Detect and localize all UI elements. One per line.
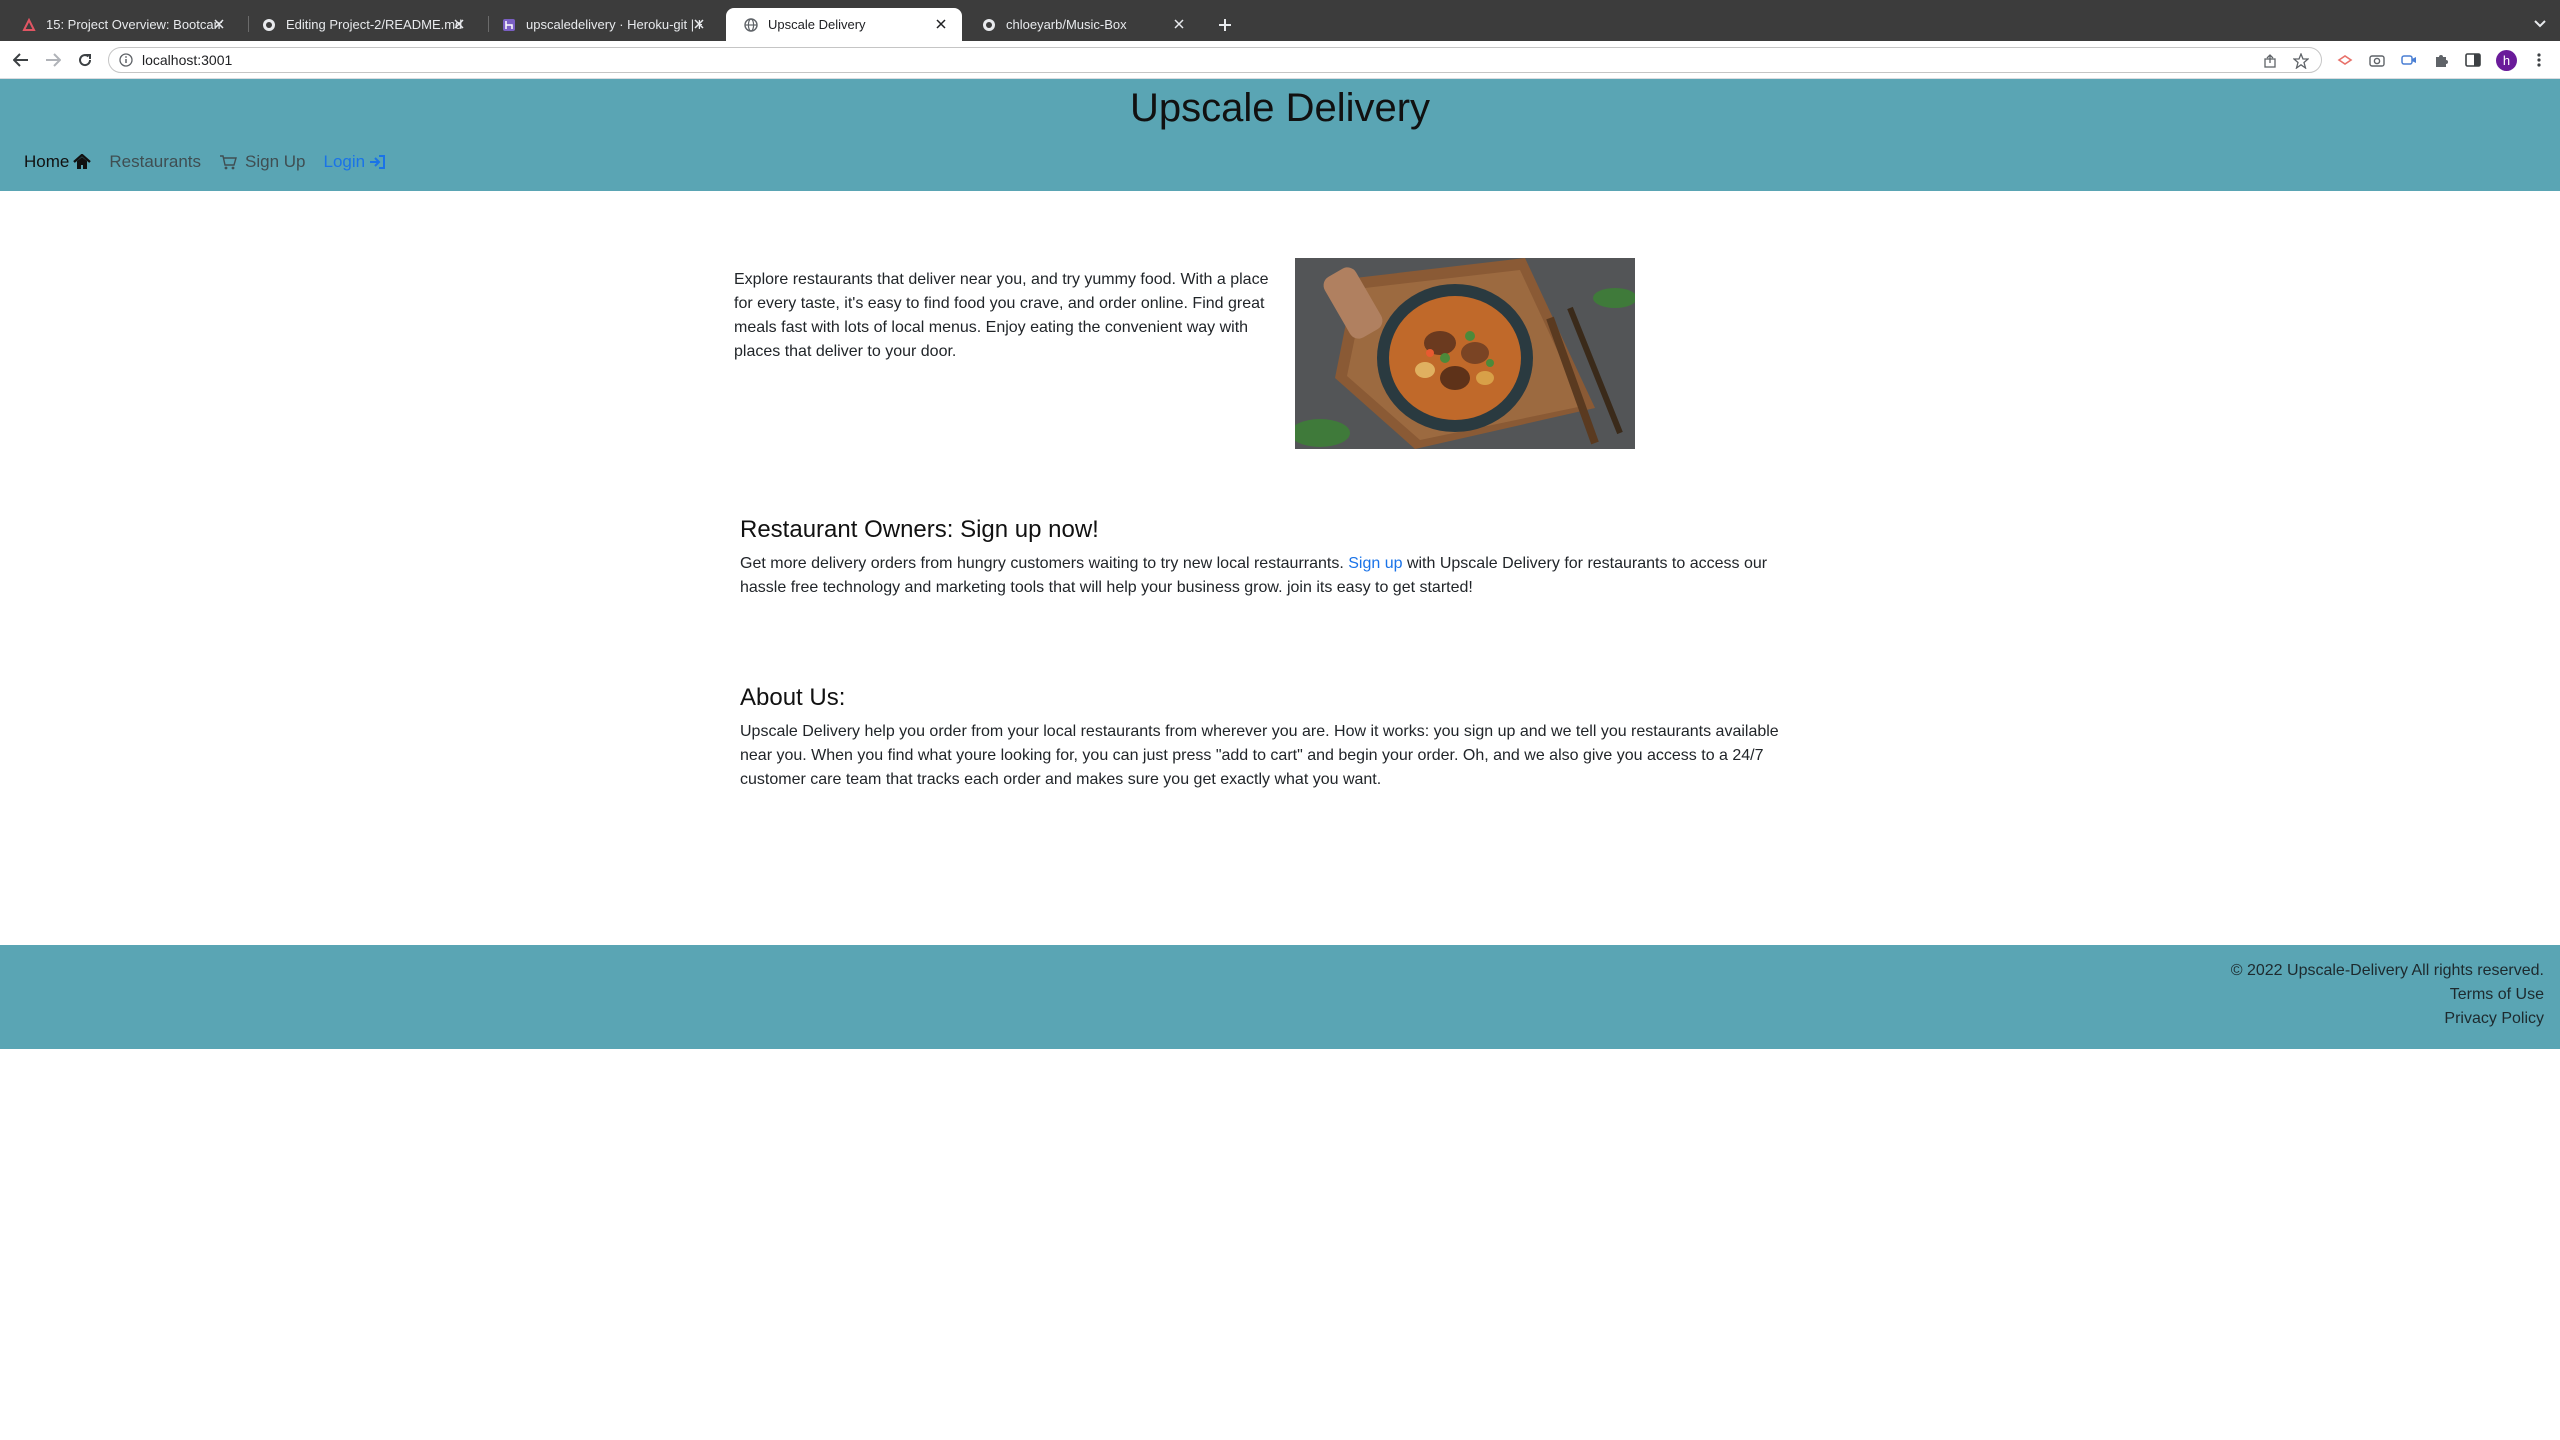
owners-heading: Restaurant Owners: Sign up now! [740, 516, 1099, 543]
close-tab-icon[interactable] [1170, 15, 1188, 33]
browser-tab[interactable]: chloeyarb/Music-Box [964, 8, 1200, 41]
about-text: Upscale Delivery help you order from you… [740, 723, 1779, 788]
browser-tab-bar: 15: Project Overview: Bootcamp Editing P… [0, 0, 2560, 41]
address-bar[interactable]: localhost:3001 [108, 47, 2322, 73]
sign-in-icon [369, 155, 386, 169]
nav-restaurants-label: Restaurants [109, 152, 202, 171]
site-footer: © 2022 Upscale-Delivery All rights reser… [0, 945, 2560, 1049]
owners-signup-link[interactable]: Sign up [1348, 555, 1402, 572]
more-menu-icon[interactable] [2528, 49, 2550, 71]
share-icon[interactable] [2261, 52, 2279, 70]
nav-signup-label: Sign Up [245, 152, 306, 171]
new-tab-button[interactable] [1212, 12, 1238, 38]
camera-icon[interactable] [2366, 49, 2388, 71]
close-tab-icon[interactable] [690, 15, 708, 33]
owners-text: Get more delivery orders from hungry cus… [740, 552, 1800, 600]
globe-icon [744, 17, 758, 32]
food-stew-image [1295, 258, 1635, 449]
tab-title: Editing Project-2/README.md [286, 17, 462, 32]
extension-red-icon[interactable] [2334, 49, 2356, 71]
github-icon [262, 18, 276, 32]
nav-login-link[interactable]: Login [324, 152, 386, 172]
profile-avatar[interactable]: h [2496, 50, 2517, 71]
intro-text: Explore restaurants that deliver near yo… [734, 271, 1269, 360]
tab-title: chloeyarb/Music-Box [1006, 17, 1127, 32]
footer-privacy-link[interactable]: Privacy Policy [2444, 1010, 2544, 1028]
footer-copyright: © 2022 Upscale-Delivery All rights reser… [2230, 962, 2544, 979]
nav-home-link[interactable]: Home [24, 152, 92, 172]
video-extension-icon[interactable] [2398, 49, 2420, 71]
cart-icon [219, 154, 237, 170]
footer-terms-link[interactable]: Terms of Use [2450, 986, 2544, 1004]
heroku-icon [502, 18, 516, 32]
side-panel-icon[interactable] [2462, 49, 2484, 71]
puzzle-extensions-icon[interactable] [2430, 49, 2452, 71]
main-nav: Home Restaurants Sign Up Login [24, 150, 403, 174]
browser-tab[interactable]: Editing Project-2/README.md [244, 8, 480, 41]
bootcamp-icon [22, 17, 36, 32]
house-icon [73, 154, 92, 170]
close-tab-icon[interactable] [210, 15, 228, 33]
back-arrow-icon[interactable] [10, 49, 32, 71]
nav-home-label: Home [24, 152, 70, 171]
browser-tab[interactable]: upscaledelivery · Heroku-git | H [484, 8, 720, 41]
browser-tab-active[interactable]: Upscale Delivery [726, 8, 962, 41]
github-icon [982, 18, 996, 32]
tab-search-chevron-icon[interactable] [2530, 14, 2550, 34]
browser-toolbar: localhost:3001 h [0, 41, 2560, 79]
forward-arrow-icon[interactable] [42, 49, 64, 71]
nav-signup-link[interactable]: Sign Up [219, 152, 306, 172]
about-heading: About Us: [740, 684, 846, 711]
owners-text-start: Get more delivery orders from hungry cus… [740, 555, 1349, 572]
nav-restaurants-link[interactable]: Restaurants [109, 152, 201, 172]
bookmark-star-icon[interactable] [2292, 52, 2310, 70]
tab-title: 15: Project Overview: Bootcamp [46, 17, 222, 32]
reload-icon[interactable] [74, 49, 96, 71]
tab-title: Upscale Delivery [768, 17, 866, 32]
site-header: Upscale Delivery Home Restaurants Sign U… [0, 79, 2560, 191]
nav-login-label: Login [323, 152, 366, 171]
url-text: localhost:3001 [142, 52, 233, 68]
close-tab-icon[interactable] [450, 15, 468, 33]
site-title: Upscale Delivery [1129, 86, 1431, 130]
tab-title: upscaledelivery · Heroku-git | H [526, 17, 702, 32]
site-info-icon[interactable] [119, 53, 133, 67]
close-tab-icon[interactable] [932, 15, 950, 33]
browser-tab[interactable]: 15: Project Overview: Bootcamp [4, 8, 240, 41]
